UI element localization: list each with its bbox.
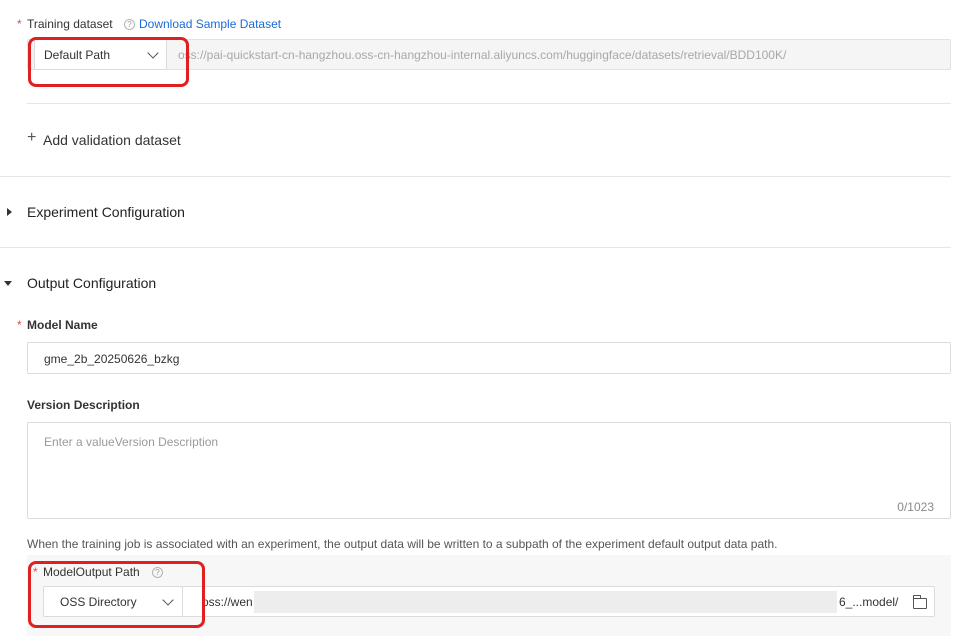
divider (0, 176, 951, 177)
folder-icon[interactable] (912, 595, 927, 609)
model-output-path-suffix: 6_...model/ (839, 595, 899, 609)
version-description-label: Version Description (27, 398, 140, 412)
output-path-note: When the training job is associated with… (27, 537, 778, 551)
divider (27, 103, 951, 104)
model-output-path-prefix: oss://wen (202, 595, 253, 609)
required-mark: * (17, 17, 22, 31)
model-name-input[interactable]: gme_2b_20250626_bzkg (27, 342, 951, 374)
add-validation-label: Add validation dataset (43, 132, 181, 148)
required-mark: * (17, 318, 22, 332)
caret-down-icon (4, 281, 12, 286)
version-description-textarea[interactable]: Enter a valueVersion Description 0/1023 (27, 422, 951, 519)
character-counter: 0/1023 (897, 500, 934, 514)
model-name-label: Model Name (27, 318, 98, 332)
experiment-configuration-title: Experiment Configuration (27, 204, 185, 220)
version-description-placeholder: Enter a valueVersion Description (44, 435, 219, 449)
training-dataset-path-value: oss://pai-quickstart-cn-hangzhou.oss-cn-… (178, 48, 787, 62)
highlight-box (28, 37, 189, 87)
redacted-path-segment (254, 591, 837, 613)
output-configuration-title: Output Configuration (27, 275, 157, 291)
output-configuration-header[interactable]: Output Configuration (0, 271, 300, 295)
highlight-box (28, 561, 205, 628)
plus-icon: + (27, 129, 37, 146)
help-icon[interactable]: ? (124, 19, 135, 30)
divider (0, 247, 951, 248)
caret-right-icon (7, 208, 12, 216)
training-dataset-label: Training dataset (27, 17, 113, 31)
model-name-value: gme_2b_20250626_bzkg (44, 352, 180, 366)
experiment-configuration-header[interactable]: Experiment Configuration (0, 200, 300, 224)
download-sample-dataset-link[interactable]: Download Sample Dataset (139, 17, 281, 31)
